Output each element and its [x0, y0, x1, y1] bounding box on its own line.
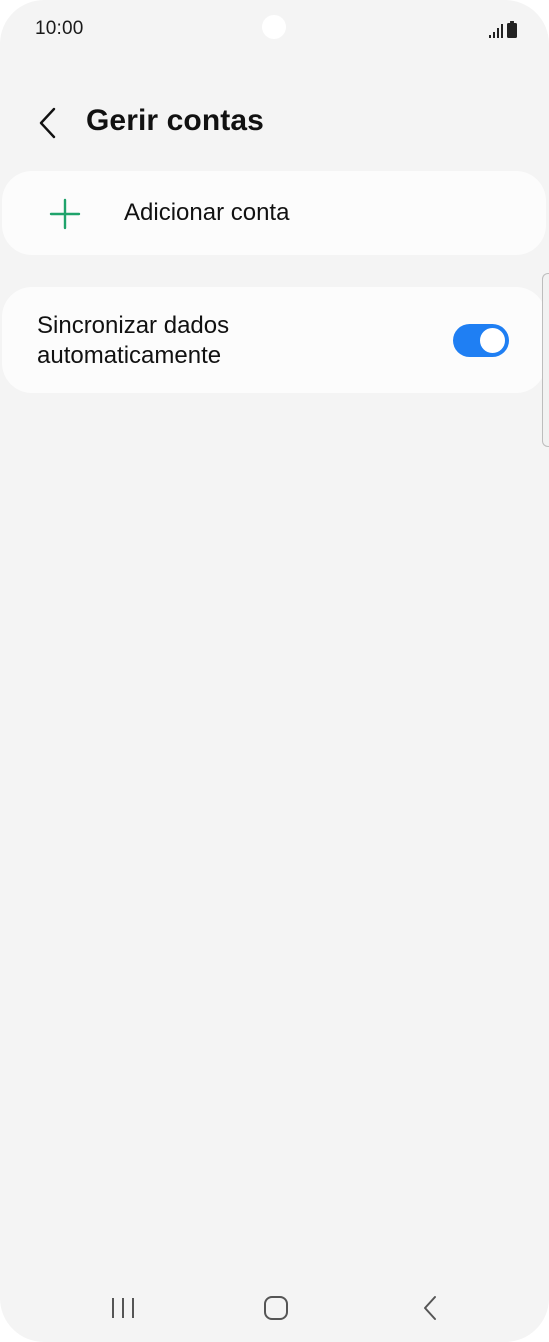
status-bar: 10:00	[0, 0, 549, 60]
recents-icon	[112, 1298, 134, 1318]
back-icon	[424, 1296, 436, 1320]
camera-cutout	[262, 15, 286, 39]
scroll-handle[interactable]	[542, 273, 549, 447]
sync-toggle[interactable]	[453, 324, 509, 357]
back-button[interactable]	[28, 100, 68, 146]
app-header: Gerir contas	[0, 92, 549, 154]
home-button[interactable]	[256, 1290, 296, 1326]
add-account-label: Adicionar conta	[124, 199, 290, 226]
back-nav-button[interactable]	[410, 1290, 450, 1326]
add-account-button[interactable]: Adicionar conta	[2, 171, 546, 255]
screen: 10:00 Gerir contas Adicionar conta Sincr…	[0, 0, 549, 1342]
home-icon	[264, 1296, 288, 1320]
sync-setting-row[interactable]: Sincronizar dados automaticamente	[2, 287, 546, 393]
status-icons	[489, 20, 517, 38]
chevron-left-icon	[39, 107, 56, 139]
recents-button[interactable]	[103, 1290, 143, 1326]
plus-icon	[49, 198, 81, 230]
navigation-bar	[0, 1272, 549, 1342]
battery-icon	[507, 21, 517, 38]
toggle-knob	[478, 326, 507, 355]
status-time: 10:00	[35, 18, 84, 39]
sync-label: Sincronizar dados automaticamente	[37, 312, 230, 369]
page-title: Gerir contas	[86, 104, 264, 137]
signal-icon	[489, 24, 503, 38]
